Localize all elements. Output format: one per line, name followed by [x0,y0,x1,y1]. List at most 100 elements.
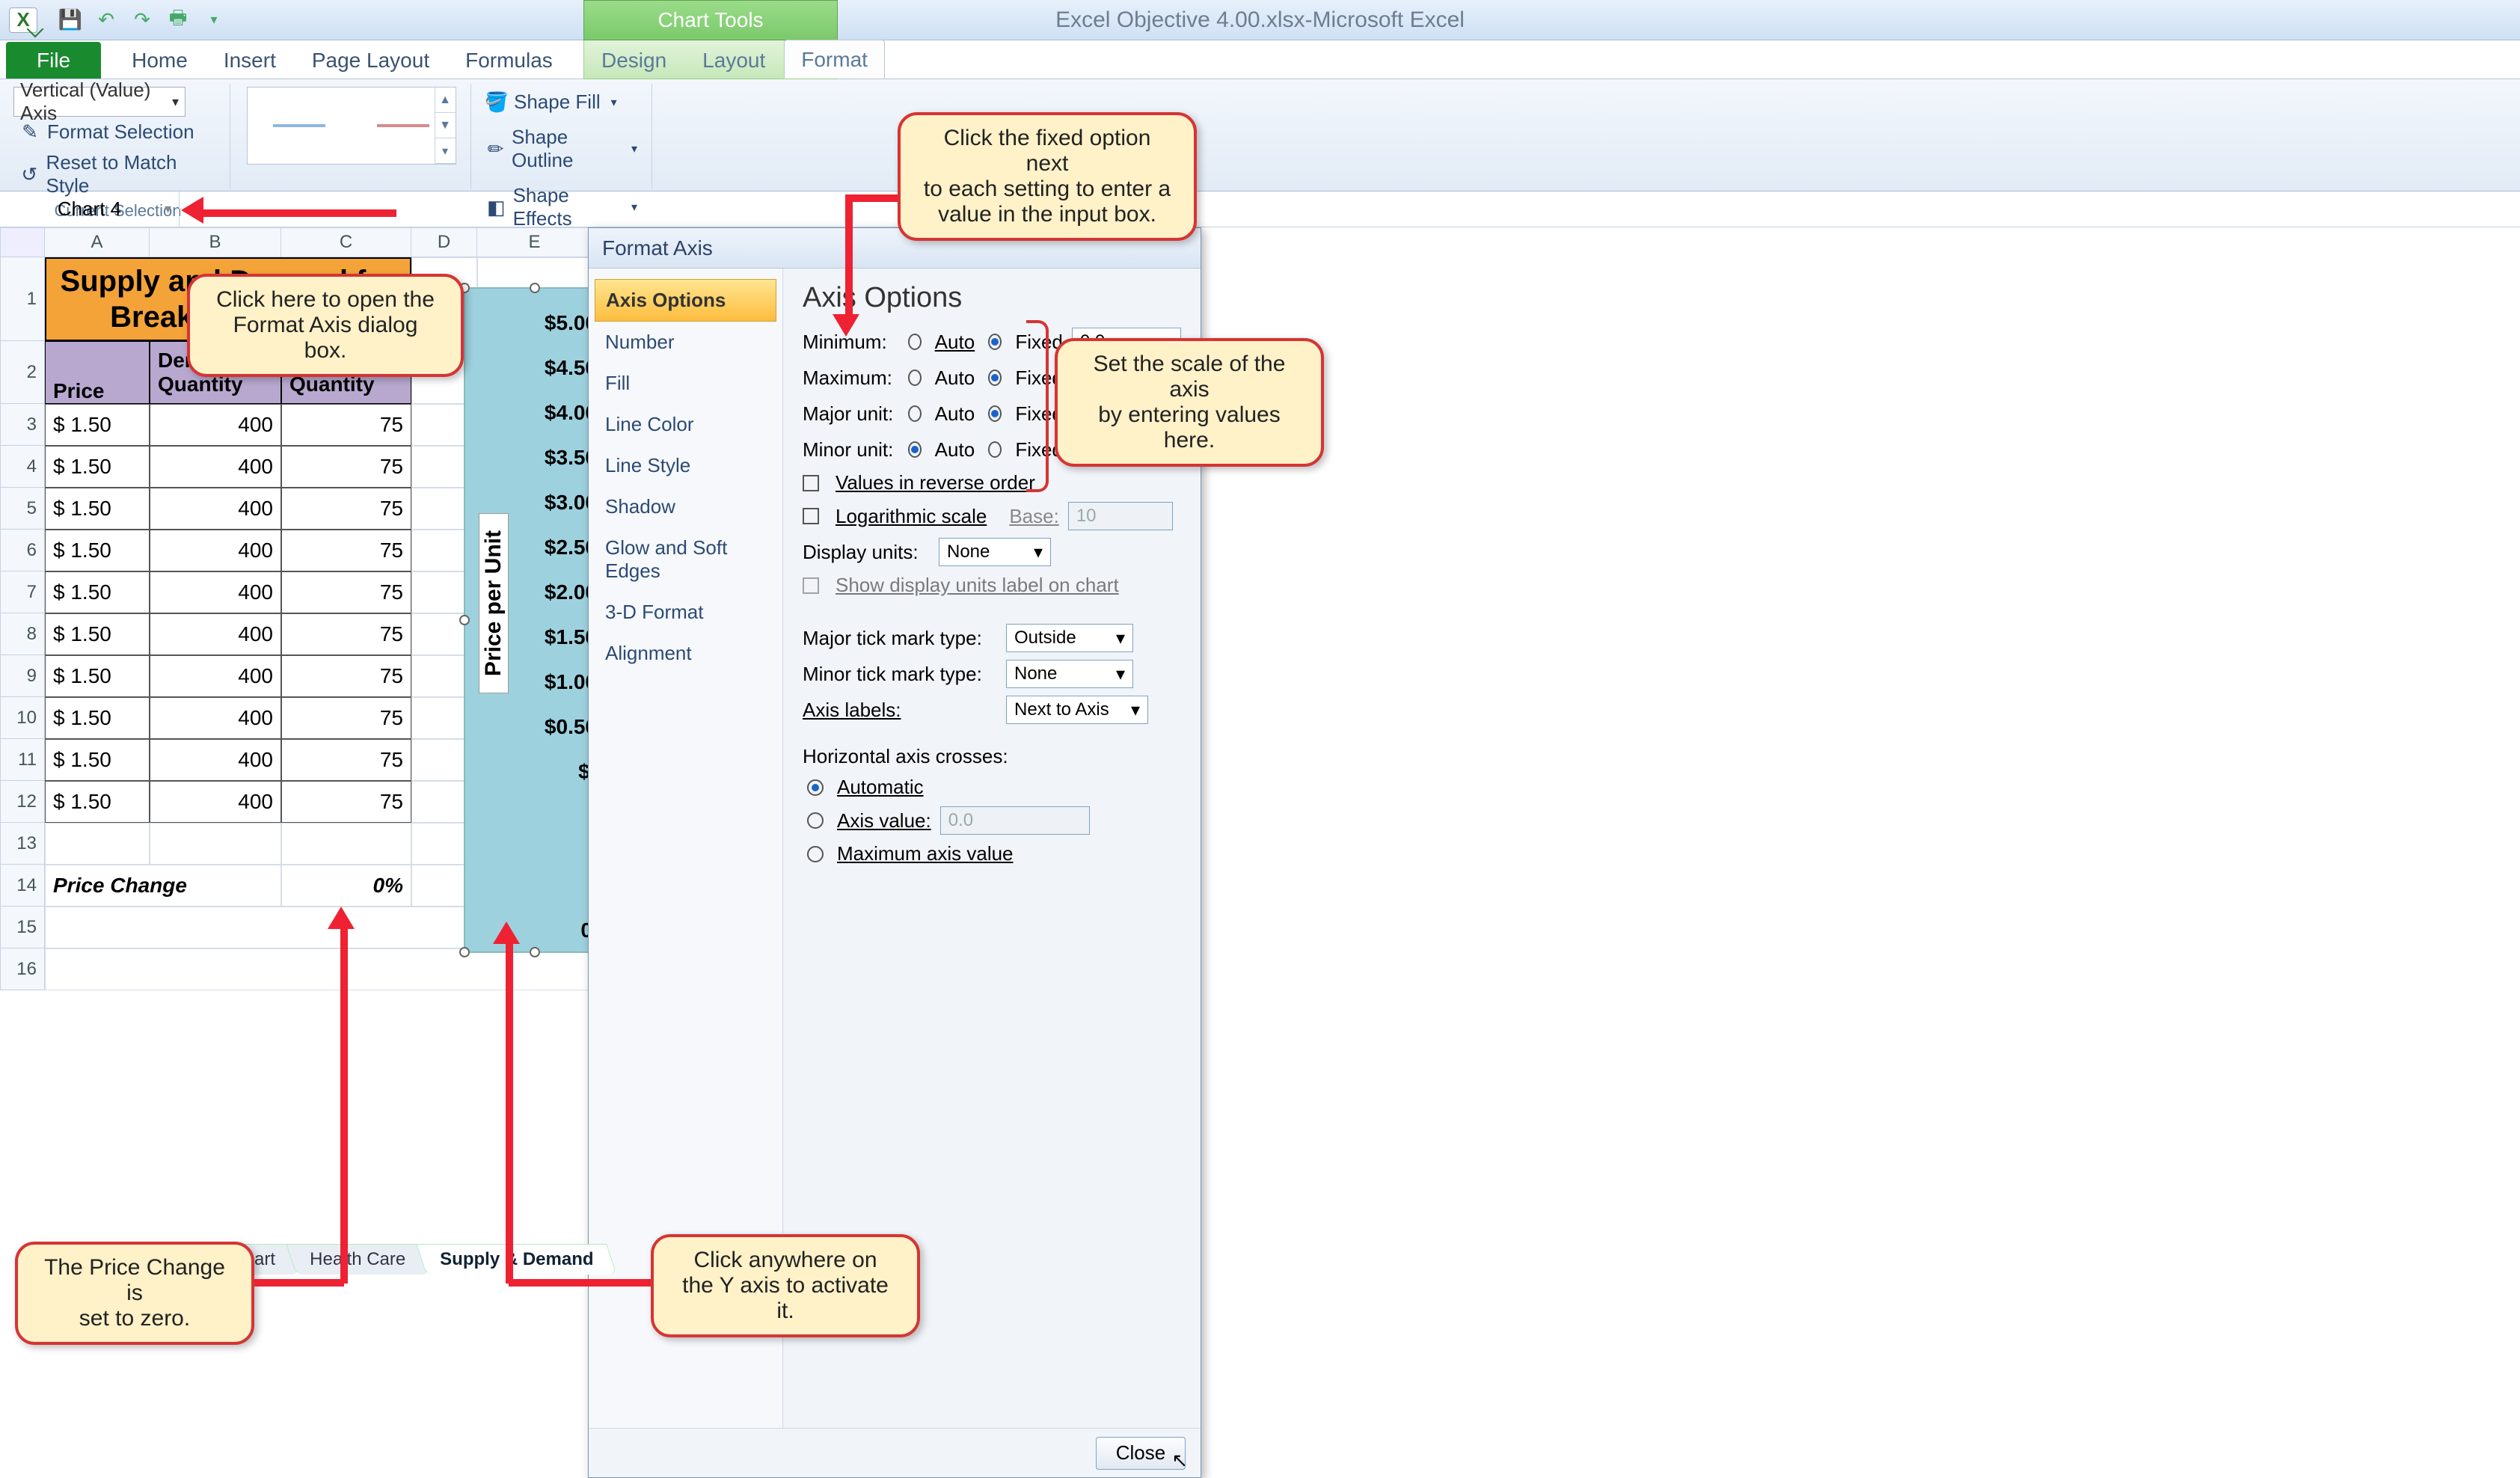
shape-fill-button[interactable]: 🪣Shape Fill▾ [480,87,644,117]
cell-price[interactable]: $ 1.50 [45,781,150,823]
cell-price[interactable]: $ 1.50 [45,404,150,446]
combo-axis-labels[interactable]: Next to Axis▾ [1006,696,1148,724]
customize-qat-icon[interactable]: ▾ [200,7,227,34]
cell-supply[interactable]: 75 [281,404,411,446]
row-header[interactable]: 6 [0,530,45,571]
cell-demand[interactable]: 400 [150,488,281,530]
cell-demand[interactable]: 400 [150,739,281,781]
cell[interactable] [150,823,281,865]
cell-price[interactable]: $ 1.50 [45,739,150,781]
cell-demand[interactable]: 400 [150,530,281,571]
dialog-nav-item[interactable]: Line Color [595,404,776,445]
dialog-nav-item[interactable]: Alignment [595,633,776,674]
gallery-up-icon[interactable]: ▲ [435,88,456,113]
tab-layout[interactable]: Layout [685,40,782,79]
cell-supply[interactable]: 75 [281,488,411,530]
format-selection-button[interactable]: ✎ Format Selection [13,117,222,147]
col-header[interactable]: A [45,227,150,257]
row-header[interactable]: 8 [0,613,45,655]
gallery-down-icon[interactable]: ▼ [435,113,456,138]
embedded-chart[interactable]: Price per Unit $5.00$4.50$4.00$3.50$3.00… [464,287,606,953]
tab-home[interactable]: Home [114,40,205,79]
cell-supply[interactable]: 75 [281,571,411,613]
redo-icon[interactable]: ↷ [129,7,156,34]
tab-design[interactable]: Design [584,40,684,79]
tab-formulas[interactable]: Formulas [448,40,570,79]
row-header[interactable]: 5 [0,488,45,530]
tab-page-layout[interactable]: Page Layout [295,40,447,79]
combo-display-units[interactable]: None▾ [939,538,1051,566]
col-header[interactable]: B [150,227,281,257]
cell[interactable] [281,823,411,865]
sheet-tab-active[interactable]: Supply & Demand [416,1244,617,1275]
combo-minor-tick[interactable]: None▾ [1006,660,1133,688]
cell-demand[interactable]: 400 [150,697,281,739]
cell[interactable] [45,823,150,865]
cell-price[interactable]: $ 1.50 [45,655,150,697]
row-header[interactable]: 14 [0,865,45,907]
dialog-nav-item[interactable]: Axis Options [595,279,776,322]
cell-demand[interactable]: 400 [150,613,281,655]
cell-price[interactable]: $ 1.50 [45,446,150,488]
cell-price[interactable]: $ 1.50 [45,613,150,655]
print-icon[interactable]: 🖶 [165,7,191,34]
row-header[interactable]: 2 [0,341,45,404]
row-header[interactable]: 16 [0,948,45,990]
col-header[interactable]: E [477,227,592,257]
radio-min-auto[interactable] [908,334,922,350]
row-header[interactable]: 13 [0,823,45,865]
price-change-label[interactable]: Price Change [45,865,281,907]
radio-min-fixed[interactable] [988,334,1002,350]
shape-effects-button[interactable]: ◧Shape Effects▾ [480,180,644,234]
chart-y-axis-title[interactable]: Price per Unit [479,513,509,693]
radio-haxis-value[interactable] [807,812,824,829]
cell-supply[interactable]: 75 [281,739,411,781]
row-header[interactable]: 15 [0,907,45,948]
radio-max-fixed[interactable] [988,370,1002,386]
cell-price[interactable]: $ 1.50 [45,530,150,571]
cell-demand[interactable]: 400 [150,655,281,697]
row-header[interactable]: 9 [0,655,45,697]
tab-file[interactable]: File [6,42,101,79]
header-price[interactable]: Price [45,341,150,404]
col-header[interactable]: C [281,227,411,257]
radio-major-auto[interactable] [908,405,922,422]
cell-supply[interactable]: 75 [281,655,411,697]
cell-demand[interactable]: 400 [150,446,281,488]
undo-icon[interactable]: ↶ [93,7,120,34]
radio-haxis-max[interactable] [807,846,824,862]
cell[interactable] [45,948,667,990]
gallery-more-icon[interactable]: ▾ [435,138,456,164]
cell-supply[interactable]: 75 [281,613,411,655]
cell-demand[interactable]: 400 [150,781,281,823]
row-header[interactable]: 10 [0,697,45,739]
name-box[interactable]: Chart 4 [0,191,180,227]
shape-style-gallery[interactable]: ▲ ▼ ▾ [247,87,456,165]
cell-supply[interactable]: 75 [281,781,411,823]
radio-max-auto[interactable] [908,370,922,386]
cell-price[interactable]: $ 1.50 [45,571,150,613]
tab-insert[interactable]: Insert [206,40,293,79]
cell-price[interactable]: $ 1.50 [45,697,150,739]
combo-major-tick[interactable]: Outside▾ [1006,624,1133,652]
dialog-nav-item[interactable]: 3-D Format [595,592,776,633]
row-header[interactable]: 12 [0,781,45,823]
dialog-nav-item[interactable]: Fill [595,363,776,404]
cell-demand[interactable]: 400 [150,404,281,446]
cell-price[interactable]: $ 1.50 [45,488,150,530]
row-header[interactable]: 3 [0,404,45,446]
row-header[interactable]: 11 [0,739,45,781]
cell-demand[interactable]: 400 [150,571,281,613]
dialog-nav-item[interactable]: Number [595,322,776,363]
row-header[interactable]: 7 [0,571,45,613]
select-all-corner[interactable] [0,227,45,257]
radio-major-fixed[interactable] [988,405,1002,422]
radio-minor-auto[interactable] [908,441,922,458]
row-header[interactable]: 4 [0,446,45,488]
sheet-tab[interactable]: Health Care [286,1244,429,1275]
tab-format[interactable]: Format [784,40,885,79]
chk-reverse[interactable] [803,475,819,491]
cell-supply[interactable]: 75 [281,697,411,739]
chk-log[interactable] [803,508,819,524]
radio-haxis-auto[interactable] [807,779,824,796]
